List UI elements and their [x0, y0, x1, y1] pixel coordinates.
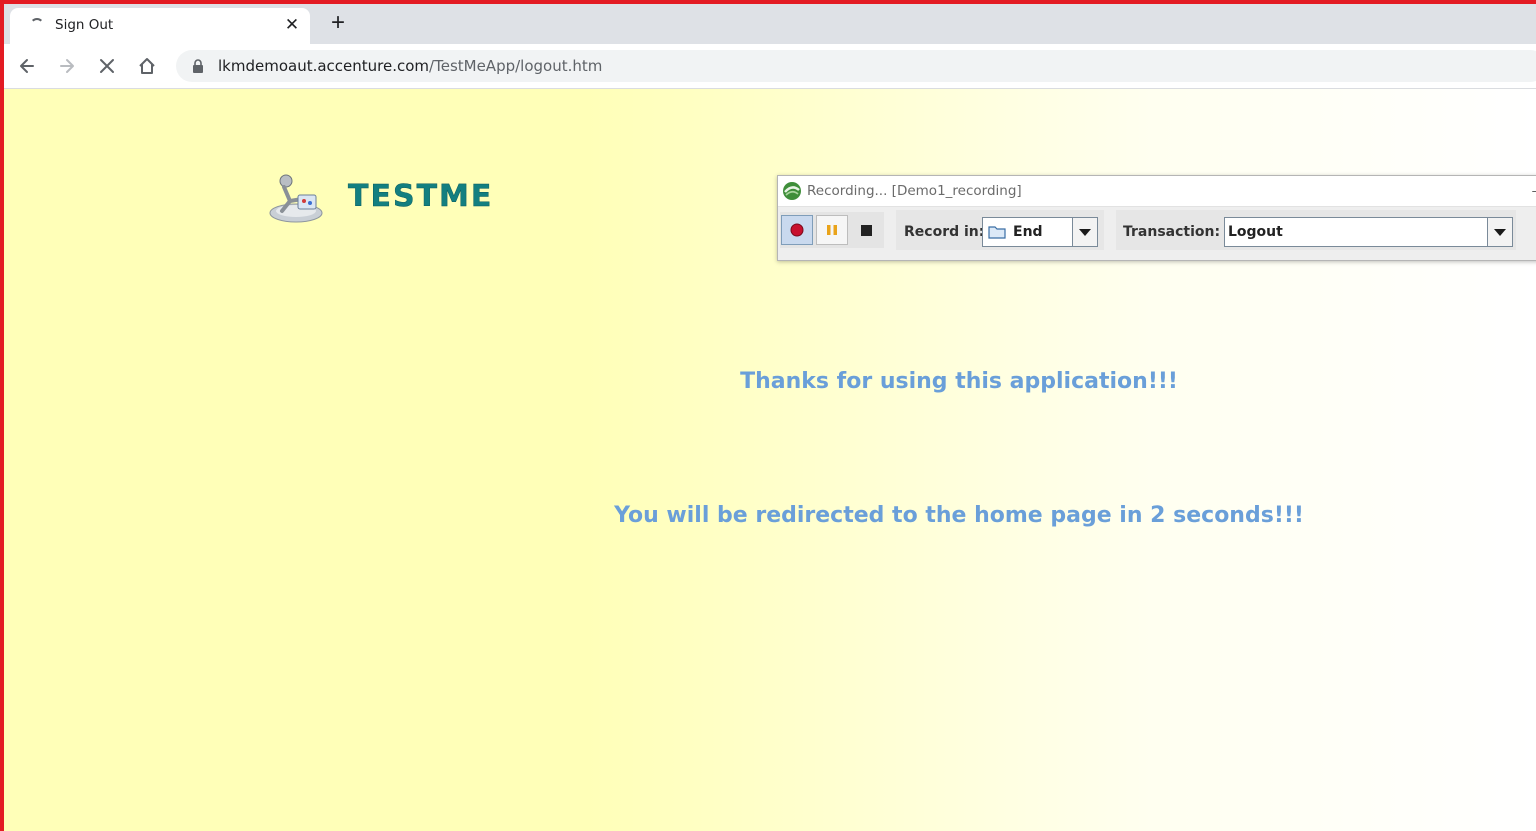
- browser-toolbar: lkmdemoaut.accenture.com/TestMeApp/logou…: [4, 44, 1536, 89]
- recording-window: Recording... [Demo1_recording] –: [777, 175, 1536, 261]
- tab-sign-out[interactable]: Sign Out ✕: [10, 8, 310, 44]
- loading-spinner-icon: [30, 18, 44, 32]
- testme-logo: TESTME: [266, 169, 516, 225]
- record-in-dropdown[interactable]: End: [982, 217, 1098, 247]
- stop-button[interactable]: [850, 215, 882, 245]
- url-path: /TestMeApp/logout.htm: [429, 57, 603, 75]
- thanks-message: Thanks for using this application!!!: [740, 369, 1178, 394]
- browser-window: Sign Out ✕ + lkmdemoaut.accenture.com/Te…: [4, 4, 1536, 831]
- record-in-label: Record in:: [904, 224, 985, 240]
- back-arrow-icon: [20, 59, 34, 73]
- logo-text: TESTME: [348, 179, 494, 215]
- home-icon: [139, 58, 155, 74]
- redirect-message: You will be redirected to the home page …: [614, 503, 1304, 528]
- address-bar[interactable]: lkmdemoaut.accenture.com/TestMeApp/logou…: [176, 50, 1536, 82]
- transaction-dropdown[interactable]: Logout: [1224, 217, 1513, 247]
- recording-titlebar[interactable]: Recording... [Demo1_recording] –: [778, 176, 1536, 207]
- stop-icon: [860, 224, 872, 236]
- url-host: lkmdemoaut.accenture.com: [218, 57, 430, 75]
- minimize-icon[interactable]: –: [1532, 182, 1536, 198]
- pause-icon: [827, 225, 837, 235]
- url-text: lkmdemoaut.accenture.com/TestMeApp/logou…: [218, 57, 602, 75]
- testme-mascot-icon: [269, 174, 323, 223]
- transaction-label: Transaction:: [1123, 224, 1221, 240]
- transaction-dropdown-arrow-icon[interactable]: [1487, 218, 1512, 246]
- lock-icon: [193, 59, 203, 73]
- tab-strip: Sign Out ✕ +: [4, 4, 1536, 44]
- forward-button[interactable]: [52, 51, 82, 81]
- recording-toolbar: Record in: End Transaction: Logout: [778, 207, 1536, 260]
- record-in-dropdown-arrow-icon[interactable]: [1072, 218, 1097, 246]
- home-button[interactable]: [132, 51, 162, 81]
- new-tab-button[interactable]: +: [324, 9, 352, 37]
- record-button[interactable]: [781, 215, 813, 245]
- stop-loading-button[interactable]: [92, 51, 122, 81]
- record-icon: [790, 223, 804, 237]
- recorder-app-icon: [783, 182, 801, 200]
- folder-icon: [988, 226, 1006, 239]
- stop-loading-icon: [100, 59, 114, 73]
- recording-title: Recording... [Demo1_recording]: [807, 183, 1022, 199]
- record-in-value: End: [1013, 224, 1043, 240]
- tab-close-icon[interactable]: ✕: [281, 14, 303, 36]
- transaction-value: Logout: [1228, 224, 1283, 240]
- tab-title: Sign Out: [55, 17, 114, 33]
- pause-button[interactable]: [816, 215, 848, 245]
- back-button[interactable]: [12, 51, 42, 81]
- forward-arrow-icon: [60, 59, 74, 73]
- recording-controls: [780, 212, 884, 248]
